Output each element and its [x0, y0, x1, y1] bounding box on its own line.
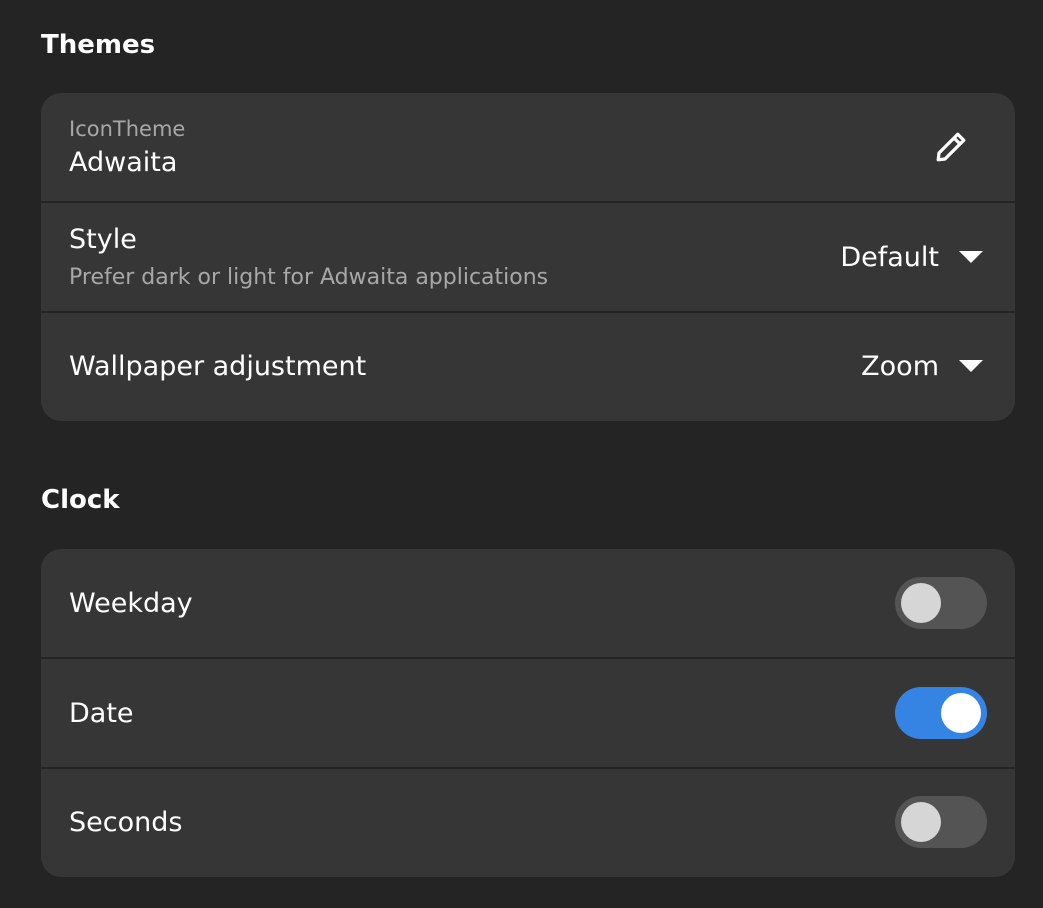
icon-theme-row[interactable]: IconTheme Adwaita [41, 93, 1015, 203]
seconds-switch[interactable] [895, 796, 987, 848]
settings-page: Themes IconTheme Adwaita Style Prefer da… [0, 0, 1043, 908]
icon-theme-label: IconTheme [69, 116, 186, 141]
wallpaper-dropdown[interactable]: Zoom [861, 351, 987, 382]
seconds-row[interactable]: Seconds [41, 769, 1015, 875]
style-row[interactable]: Style Prefer dark or light for Adwaita a… [41, 203, 1015, 313]
seconds-title: Seconds [69, 806, 183, 838]
chevron-down-icon [959, 360, 983, 372]
wallpaper-label-block: Wallpaper adjustment [69, 351, 861, 382]
date-title: Date [69, 697, 134, 729]
wallpaper-title: Wallpaper adjustment [69, 350, 367, 382]
chevron-down-icon [959, 251, 983, 263]
icon-theme-value: Adwaita [69, 146, 178, 178]
date-label-block: Date [69, 698, 895, 729]
clock-section-title: Clock [41, 485, 120, 515]
switch-knob [941, 693, 981, 733]
style-dropdown[interactable]: Default [840, 242, 987, 273]
weekday-row[interactable]: Weekday [41, 549, 1015, 659]
wallpaper-dropdown-value: Zoom [861, 350, 939, 382]
weekday-title: Weekday [69, 587, 193, 619]
switch-knob [901, 802, 941, 842]
style-title: Style [69, 224, 137, 255]
weekday-label-block: Weekday [69, 588, 895, 619]
style-label-block: Style Prefer dark or light for Adwaita a… [69, 224, 840, 290]
pencil-icon[interactable] [933, 129, 969, 165]
style-dropdown-value: Default [840, 241, 939, 273]
style-subtitle: Prefer dark or light for Adwaita applica… [69, 265, 549, 290]
switch-knob [901, 583, 941, 623]
clock-card: Weekday Date Seconds [41, 549, 1015, 877]
weekday-switch[interactable] [895, 577, 987, 629]
themes-section-title: Themes [41, 30, 156, 60]
seconds-label-block: Seconds [69, 807, 895, 838]
icon-theme-label-block: IconTheme Adwaita [69, 117, 933, 178]
wallpaper-row[interactable]: Wallpaper adjustment Zoom [41, 313, 1015, 419]
date-row[interactable]: Date [41, 659, 1015, 769]
themes-card: IconTheme Adwaita Style Prefer dark or l… [41, 93, 1015, 421]
date-switch[interactable] [895, 687, 987, 739]
